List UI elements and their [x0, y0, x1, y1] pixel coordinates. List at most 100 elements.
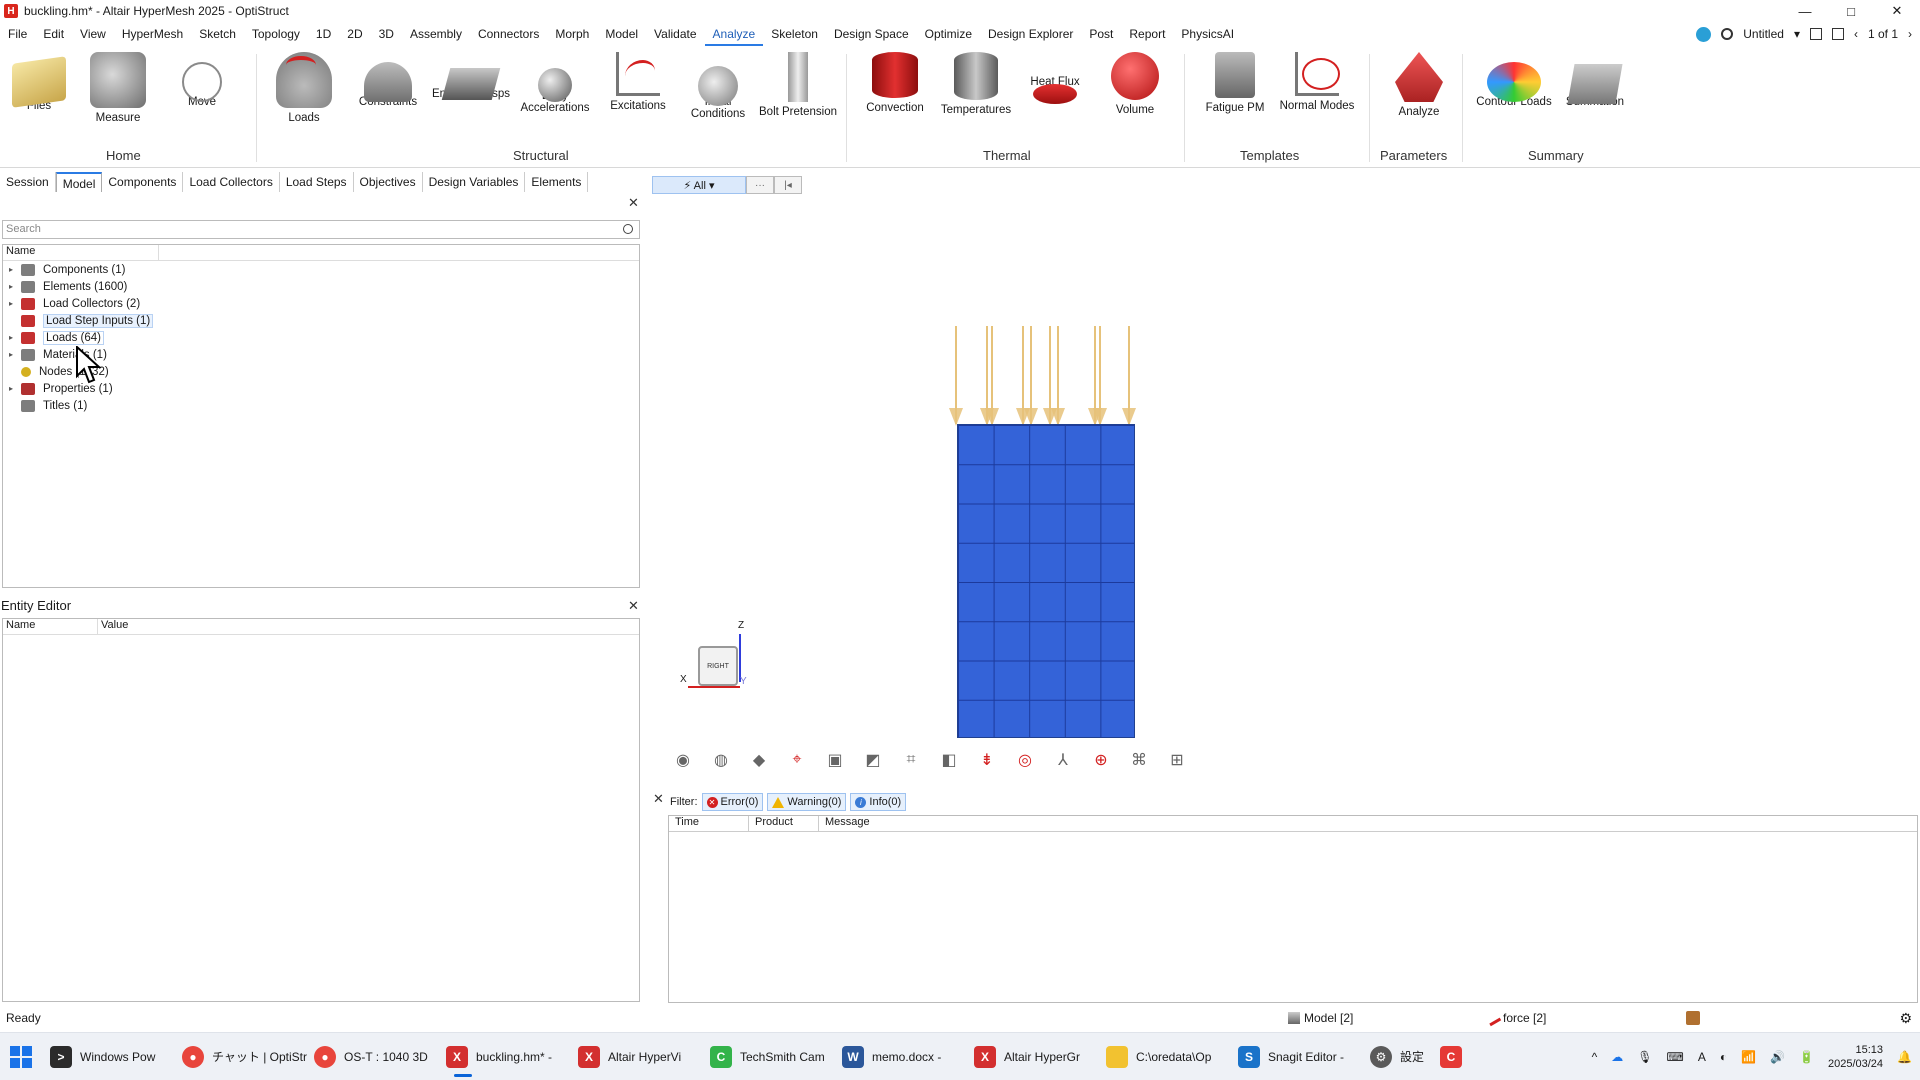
- taskbar-item-explorer[interactable]: C:\oredata\Op: [1100, 1035, 1232, 1079]
- taskbar-item-chrome-chat[interactable]: ● チャット | OptiStr: [176, 1035, 308, 1079]
- search-icon[interactable]: [1721, 28, 1734, 40]
- taskbar-item-hyperview[interactable]: X Altair HyperVi: [572, 1035, 704, 1079]
- microphone-icon[interactable]: 🎙: [1637, 1050, 1652, 1064]
- message-column-header[interactable]: Message: [819, 816, 870, 831]
- component-icon[interactable]: ▣: [822, 748, 848, 772]
- element-icon[interactable]: ◩: [860, 748, 886, 772]
- first-page-button[interactable]: |◂: [774, 176, 802, 194]
- info-filter-toggle[interactable]: i Info(0): [850, 793, 907, 811]
- heat-flux-button[interactable]: Heat Flux: [1016, 52, 1094, 104]
- menu-morph[interactable]: Morph: [547, 22, 597, 46]
- tab-components[interactable]: Components: [102, 172, 184, 192]
- settings-gear-icon[interactable]: ⚙: [1899, 1010, 1912, 1027]
- menu-topology[interactable]: Topology: [244, 22, 308, 46]
- taskbar-item-camtasia[interactable]: C TechSmith Cam: [704, 1035, 836, 1079]
- taskbar-item-hypergraph[interactable]: X Altair HyperGr: [968, 1035, 1100, 1079]
- keyboard-icon[interactable]: ⌨: [1667, 1050, 1684, 1064]
- menu-skeleton[interactable]: Skeleton: [763, 22, 826, 46]
- files-button[interactable]: Files: [0, 52, 78, 112]
- tab-session[interactable]: Session: [0, 172, 56, 192]
- tab-elements[interactable]: Elements: [525, 172, 589, 192]
- menu-2d[interactable]: 2D: [339, 22, 370, 46]
- taskbar-item-hypermesh[interactable]: X buckling.hm* -: [440, 1035, 572, 1079]
- excitations-button[interactable]: Excitations: [599, 52, 677, 112]
- tab-model[interactable]: Model: [55, 172, 103, 192]
- axis-icon[interactable]: ⅄: [1050, 748, 1076, 772]
- taskbar-item-word[interactable]: W memo.docx -: [836, 1035, 968, 1079]
- entity-filter-dropdown[interactable]: ⚡ All ▾: [652, 176, 746, 194]
- tab-design-variables[interactable]: Design Variables: [423, 172, 526, 192]
- summation-button[interactable]: Summation: [1556, 52, 1634, 108]
- menu-file[interactable]: File: [0, 22, 35, 46]
- show-hidden-icons-icon[interactable]: ^: [1592, 1050, 1598, 1064]
- bolt-pretension-button[interactable]: Bolt Pretension: [759, 52, 837, 118]
- taskbar-item-chrome-os[interactable]: ● OS-T : 1040 3D: [308, 1035, 440, 1079]
- product-column-header[interactable]: Product: [749, 816, 819, 831]
- menu-hypermesh[interactable]: HyperMesh: [114, 22, 191, 46]
- notifications-icon[interactable]: 🔔: [1897, 1050, 1912, 1064]
- fit-icon[interactable]: ⌖: [784, 748, 810, 772]
- shell-mesh-model[interactable]: [957, 424, 1135, 738]
- visualization-icon[interactable]: ◉: [670, 748, 696, 772]
- taskbar-item-settings[interactable]: ⚙ 設定: [1364, 1035, 1434, 1079]
- page-icon[interactable]: [1809, 28, 1822, 40]
- axis-triad[interactable]: Z X Y RIGHT: [680, 620, 750, 690]
- convection-button[interactable]: Convection: [856, 52, 934, 114]
- expand-arrow-icon[interactable]: ▸: [9, 282, 21, 291]
- menu-assembly[interactable]: Assembly: [402, 22, 470, 46]
- menu-view[interactable]: View: [72, 22, 114, 46]
- add-page-icon[interactable]: [1831, 28, 1844, 40]
- node-icon[interactable]: ⌗: [898, 748, 924, 772]
- menu-sketch[interactable]: Sketch: [191, 22, 244, 46]
- maximize-button[interactable]: □: [1828, 0, 1874, 22]
- error-filter-toggle[interactable]: ✕ Error(0): [701, 793, 764, 811]
- menu-optimize[interactable]: Optimize: [917, 22, 980, 46]
- material-status-icon[interactable]: [1686, 1011, 1700, 1025]
- wifi-icon[interactable]: 📶: [1741, 1050, 1756, 1064]
- measure-button[interactable]: Measure: [79, 52, 157, 124]
- expand-arrow-icon[interactable]: ▸: [9, 333, 21, 342]
- tab-load-steps[interactable]: Load Steps: [280, 172, 354, 192]
- graphics-viewport[interactable]: [644, 198, 1920, 782]
- value-column-header[interactable]: Value: [98, 619, 128, 634]
- move-button[interactable]: Move: [163, 52, 241, 108]
- expand-arrow-icon[interactable]: ▸: [9, 299, 21, 308]
- tab-load-collectors[interactable]: Load Collectors: [183, 172, 280, 192]
- more-options-button[interactable]: ···: [746, 176, 774, 194]
- name-column-header[interactable]: Name: [3, 619, 98, 634]
- onedrive-icon[interactable]: ☁: [1611, 1050, 1623, 1064]
- next-page-icon[interactable]: ›: [1908, 27, 1912, 41]
- prev-page-icon[interactable]: ‹: [1854, 27, 1858, 41]
- shaded-icon[interactable]: ◆: [746, 748, 772, 772]
- menu-connectors[interactable]: Connectors: [470, 22, 547, 46]
- tree-row-load-step-inputs[interactable]: Load Step Inputs (1): [3, 312, 639, 329]
- close-window-button[interactable]: ✕: [1874, 0, 1920, 22]
- focus-icon[interactable]: ◐: [1720, 1050, 1727, 1064]
- tree-row-components[interactable]: ▸ Components (1): [3, 261, 639, 278]
- menu-analyze[interactable]: Analyze: [704, 22, 764, 46]
- contour-loads-button[interactable]: Contour Loads: [1475, 52, 1553, 108]
- tree-row-elements[interactable]: ▸ Elements (1600): [3, 278, 639, 295]
- taskbar-item-snagit[interactable]: S Snagit Editor -: [1232, 1035, 1364, 1079]
- expand-arrow-icon[interactable]: ▸: [9, 384, 21, 393]
- menu-design-explorer[interactable]: Design Explorer: [980, 22, 1081, 46]
- contour-icon[interactable]: ⇟: [974, 748, 1000, 772]
- windows-start-icon[interactable]: [10, 1045, 32, 1068]
- volume-icon[interactable]: 🔊: [1770, 1050, 1785, 1064]
- tree-row-loads[interactable]: ▸ Loads (64): [3, 329, 639, 346]
- close-browser-icon[interactable]: ✕: [628, 195, 639, 211]
- lock-icon[interactable]: ⊞: [1164, 748, 1190, 772]
- close-message-log-icon[interactable]: ✕: [653, 791, 664, 807]
- menu-physicsai[interactable]: PhysicsAI: [1173, 22, 1242, 46]
- ime-indicator[interactable]: A: [1698, 1050, 1706, 1064]
- menu-1d[interactable]: 1D: [308, 22, 339, 46]
- constraints-button[interactable]: Constraints: [349, 52, 427, 108]
- globe-icon[interactable]: ◍: [708, 748, 734, 772]
- measure-icon[interactable]: ⌘: [1126, 748, 1152, 772]
- temperatures-button[interactable]: Temperatures: [937, 52, 1015, 116]
- menu-report[interactable]: Report: [1121, 22, 1173, 46]
- menu-model[interactable]: Model: [597, 22, 646, 46]
- tab-objectives[interactable]: Objectives: [354, 172, 423, 192]
- tree-row-titles[interactable]: Titles (1): [3, 397, 639, 414]
- search-icon[interactable]: [623, 224, 633, 234]
